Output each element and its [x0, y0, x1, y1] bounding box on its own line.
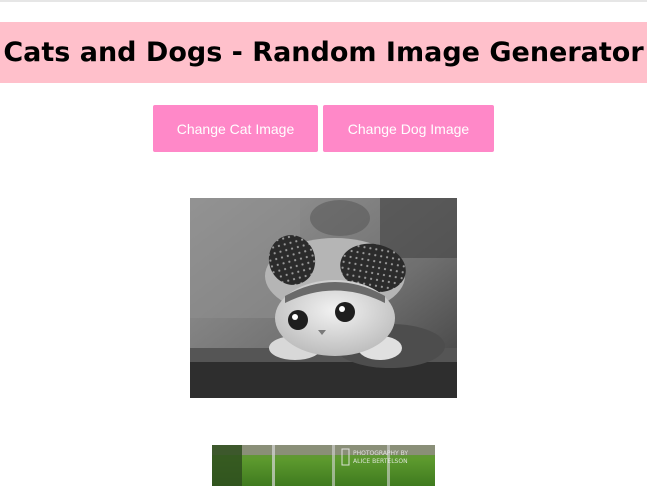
change-dog-image-button[interactable]: Change Dog Image — [323, 105, 494, 152]
top-divider — [0, 0, 647, 2]
dog-watermark-line1: PHOTOGRAPHY BY — [353, 450, 408, 457]
title-banner: Cats and Dogs - Random Image Generator — [0, 22, 647, 83]
dog-image: PHOTOGRAPHY BY ALICE BERTELSON — [212, 445, 435, 486]
button-row: Change Cat Image Change Dog Image — [0, 105, 647, 152]
dog-photo-illustration: PHOTOGRAPHY BY ALICE BERTELSON — [212, 445, 435, 486]
dog-watermark-line2: ALICE BERTELSON — [353, 458, 408, 465]
page: Cats and Dogs - Random Image Generator C… — [0, 0, 647, 486]
change-cat-image-button[interactable]: Change Cat Image — [153, 105, 318, 152]
page-title: Cats and Dogs - Random Image Generator — [3, 37, 644, 68]
cat-image — [190, 198, 457, 398]
cat-photo-illustration — [190, 198, 457, 398]
